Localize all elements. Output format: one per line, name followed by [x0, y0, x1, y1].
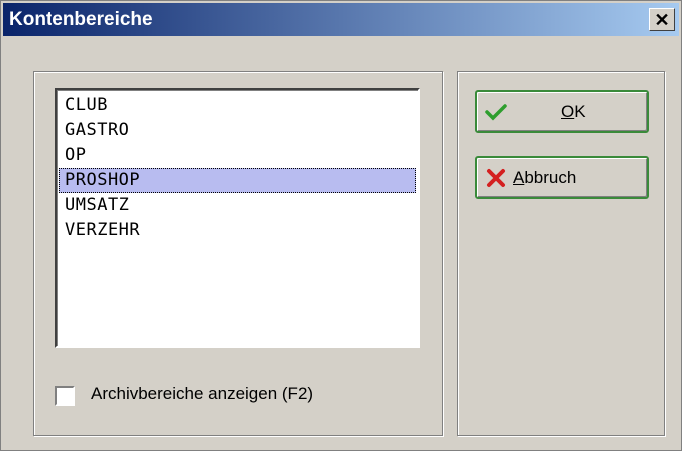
dialog-window: Kontenbereiche ✕ CLUB GASTRO OP PROSHOP … [0, 0, 682, 451]
list-item-selected[interactable]: PROSHOP [59, 168, 416, 193]
cancel-x-icon [485, 167, 507, 189]
close-button[interactable]: ✕ [649, 8, 675, 31]
account-area-listbox[interactable]: CLUB GASTRO OP PROSHOP UMSATZ VERZEHR [55, 88, 420, 348]
ok-button[interactable]: OK [475, 90, 649, 133]
archive-checkbox-label[interactable]: Archivbereiche anzeigen (F2) [91, 384, 313, 404]
list-item[interactable]: GASTRO [59, 118, 416, 143]
list-item[interactable]: VERZEHR [59, 218, 416, 243]
cancel-button-label: Abbruch [513, 167, 577, 187]
window-title: Kontenbereiche [9, 9, 153, 30]
checkmark-icon [485, 101, 507, 123]
ok-button-label: OK [561, 101, 586, 121]
title-bar[interactable]: Kontenbereiche ✕ [3, 3, 679, 36]
list-item[interactable]: UMSATZ [59, 193, 416, 218]
close-icon: ✕ [654, 9, 670, 30]
archive-checkbox[interactable] [55, 386, 75, 406]
list-item[interactable]: CLUB [59, 93, 416, 118]
cancel-button[interactable]: Abbruch [475, 156, 649, 199]
list-item[interactable]: OP [59, 143, 416, 168]
